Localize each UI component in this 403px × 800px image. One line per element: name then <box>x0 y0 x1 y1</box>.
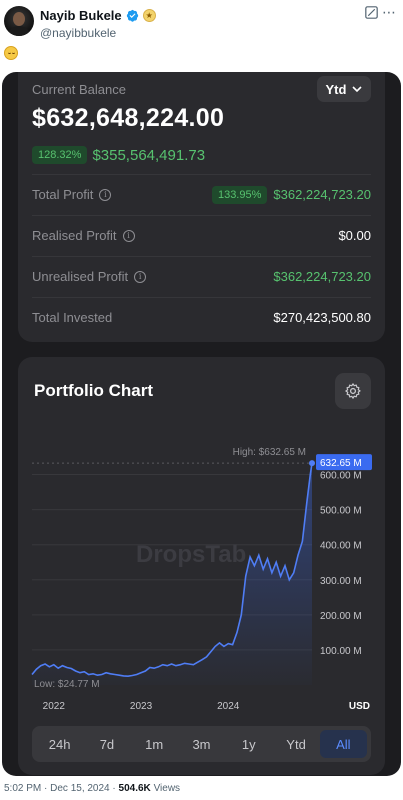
change-percent-badge: 128.32% <box>32 146 88 164</box>
realised-profit-label: Realised Profit <box>32 228 117 243</box>
balance-card: Current Balance Ytd $632,648,224.00 128.… <box>18 72 385 342</box>
handle[interactable]: @nayibbukele <box>40 26 116 40</box>
display-name[interactable]: Nayib Bukele <box>40 8 122 23</box>
portfolio-chart-card: Portfolio Chart DropsTab 100.00 M 200.00 … <box>18 357 385 775</box>
avatar[interactable] <box>4 6 34 36</box>
y-tick-label: 400.00 M <box>320 541 362 552</box>
x-tick-label: 2022 <box>43 701 66 712</box>
current-balance-label: Current Balance <box>32 82 126 97</box>
views-count: 504.6K <box>118 783 151 794</box>
total-invested-row: Total Invested $270,423,500.80 <box>32 297 371 337</box>
range-1m-button[interactable]: 1m <box>131 730 178 758</box>
y-tick-label: 200.00 M <box>320 611 362 622</box>
chart-watermark: DropsTab <box>136 541 246 568</box>
x-tick-label: 2024 <box>217 701 240 712</box>
range-3m-button[interactable]: 3m <box>178 730 225 758</box>
time-range-selector: 24h 7d 1m 3m 1y Ytd All <box>32 726 371 762</box>
verified-badge-icon <box>126 9 138 22</box>
chevron-down-icon <box>352 86 363 93</box>
grok-icon[interactable] <box>365 6 378 19</box>
realised-profit-row: Realised Profit i $0.00 <box>32 215 371 255</box>
chart-low-label: Low: $24.77 M <box>34 679 100 690</box>
info-icon[interactable]: i <box>134 270 147 283</box>
info-icon[interactable]: i <box>99 188 112 201</box>
range-7d-button[interactable]: 7d <box>83 730 130 758</box>
author-name-row[interactable]: Nayib Bukele ★ <box>40 8 156 23</box>
range-1y-button[interactable]: 1y <box>225 730 272 758</box>
range-24h-button[interactable]: 24h <box>36 730 83 758</box>
unrealised-profit-value: $362,224,723.20 <box>273 269 371 284</box>
more-icon[interactable]: ⋯ <box>382 5 397 19</box>
total-invested-value: $270,423,500.80 <box>273 310 371 325</box>
y-tick-label: 600.00 M <box>320 471 362 482</box>
total-profit-row: Total Profit i 133.95% $362,224,723.20 <box>32 174 371 214</box>
total-profit-badge: 133.95% <box>211 185 268 204</box>
gear-icon <box>345 383 361 399</box>
chart-area <box>32 463 312 685</box>
chart-title: Portfolio Chart <box>34 381 153 400</box>
tweet-actions: ⋯ <box>365 5 397 19</box>
change-amount: $355,564,491.73 <box>92 146 206 164</box>
portfolio-chart[interactable]: DropsTab 100.00 M 200.00 M 300.00 M 400.00 … <box>18 417 385 717</box>
affiliate-badge-icon: ★ <box>142 9 156 22</box>
x-tick-label: 2023 <box>130 701 153 712</box>
tweet-header: Nayib Bukele ★ @nayibbukele ⋯ <box>0 0 403 70</box>
period-dropdown-label: Ytd <box>325 81 347 97</box>
y-tick-label: 100.00 M <box>320 646 362 657</box>
current-balance-value: $632,648,224.00 <box>32 104 225 132</box>
attached-image[interactable]: Current Balance Ytd $632,648,224.00 128.… <box>2 72 401 776</box>
realised-profit-value: $0.00 <box>338 228 371 243</box>
tweet-timestamp[interactable]: 5:02 PM · Dec 15, 2024 <box>4 783 110 794</box>
chart-high-label: High: $632.65 M <box>233 447 306 458</box>
total-invested-label: Total Invested <box>32 310 113 325</box>
unrealised-profit-row: Unrealised Profit i $362,224,723.20 <box>32 256 371 296</box>
relieved-face-emoji-icon <box>4 46 18 60</box>
total-profit-value: $362,224,723.20 <box>273 187 371 202</box>
balance-change: 128.32% $355,564,491.73 <box>32 146 205 164</box>
chart-settings-button[interactable] <box>335 373 371 409</box>
chart-end-point <box>309 460 315 467</box>
tweet-meta: 5:02 PM · Dec 15, 2024 · 504.6K Views <box>4 783 180 794</box>
y-tick-label: 300.00 M <box>320 576 362 587</box>
views-label: Views <box>153 783 181 794</box>
unrealised-profit-label: Unrealised Profit <box>32 269 129 284</box>
total-profit-label: Total Profit <box>32 187 94 202</box>
chart-currency-label: USD <box>349 701 370 712</box>
range-ytd-button[interactable]: Ytd <box>272 730 319 758</box>
range-all-button[interactable]: All <box>319 730 367 758</box>
meta-separator: · <box>112 783 116 794</box>
info-icon[interactable]: i <box>122 229 135 242</box>
current-value-label: 632.65 M <box>320 458 362 469</box>
period-dropdown[interactable]: Ytd <box>317 76 371 102</box>
y-tick-label: 500.00 M <box>320 506 362 517</box>
